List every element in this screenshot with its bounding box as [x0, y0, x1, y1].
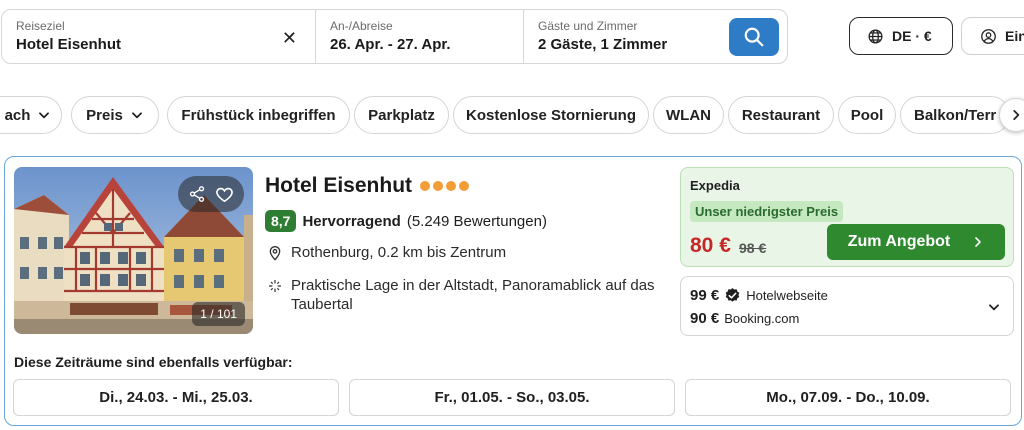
view-deal-label: Zum Angebot	[847, 233, 951, 250]
guests-field[interactable]: Gäste und Zimmer 2 Gäste, 1 Zimmer	[523, 10, 787, 63]
photo-actions	[178, 176, 244, 212]
best-deal-box[interactable]: Expedia Unser niedrigster Preis 80 € 98 …	[680, 167, 1014, 267]
deal-provider: Expedia	[690, 178, 740, 193]
hotel-card[interactable]: 1 / 101 Hotel Eisenhut 8,7 Hervorragend …	[4, 156, 1022, 426]
star-icon	[420, 181, 431, 191]
rating-count: (5.249 Bewertungen)	[406, 212, 547, 230]
chevron-down-icon	[989, 304, 999, 311]
photo-counter: 1 / 101	[192, 302, 245, 326]
star-icon	[433, 181, 444, 191]
chevron-down-icon	[39, 112, 50, 119]
other-offer-name: Booking.com	[724, 311, 800, 326]
filter-chip-free-cancellation[interactable]: Kostenlose Stornierung	[453, 96, 649, 134]
chevron-down-icon	[131, 112, 142, 119]
other-offer-name: Hotelwebseite	[746, 288, 828, 303]
alternative-dates-title: Diese Zeiträume sind ebenfalls verfügbar…	[14, 354, 293, 370]
location-row: Rothenburg, 0.2 km bis Zentrum	[267, 244, 506, 261]
rating-word: Hervorragend	[302, 212, 401, 230]
filter-chip-price[interactable]: Preis	[71, 96, 159, 134]
other-offers-box[interactable]: 99 € Hotelwebseite 90 € Booking.com	[680, 276, 1014, 336]
lowest-price-badge: Unser niedrigster Preis	[690, 201, 844, 222]
other-offer-price: 90 €	[690, 310, 720, 327]
destination-field[interactable]: Reiseziel Hotel Eisenhut ✕	[2, 10, 315, 63]
filter-chip-wlan[interactable]: WLAN	[653, 96, 724, 134]
location-pin-icon	[269, 245, 281, 261]
filter-chip-label: Kostenlose Stornierung	[465, 106, 637, 124]
chevron-right-icon	[1013, 110, 1020, 120]
star-rating	[420, 181, 470, 191]
hotel-name-row: Hotel Eisenhut	[265, 174, 470, 198]
filter-chip-breakfast[interactable]: Frühstück inbegriffen	[167, 96, 350, 134]
filter-chip-parking[interactable]: Parkplatz	[354, 96, 449, 134]
user-icon	[981, 28, 996, 44]
alternative-date-button[interactable]: Fr., 01.05. - So., 03.05.	[349, 379, 675, 416]
hotel-name[interactable]: Hotel Eisenhut	[265, 174, 412, 198]
destination-value[interactable]: Hotel Eisenhut	[16, 36, 303, 53]
location-text: Rothenburg, 0.2 km bis Zentrum	[291, 244, 507, 261]
filter-chip-label: WLAN	[666, 106, 711, 124]
share-icon[interactable]	[188, 185, 206, 203]
chevron-right-icon	[975, 237, 982, 247]
filter-chip-label: Preis	[86, 106, 123, 124]
sparkle-icon	[269, 280, 281, 292]
dates-field[interactable]: An-/Abreise 26. Apr. - 27. Apr.	[315, 10, 523, 63]
filter-chip-label: Pool	[850, 106, 884, 124]
rating-row[interactable]: 8,7 Hervorragend (5.249 Bewertungen)	[265, 210, 547, 232]
heart-icon[interactable]	[215, 185, 234, 204]
other-offer-price: 99 €	[690, 287, 720, 304]
search-icon	[744, 27, 764, 47]
filter-chip-balcony[interactable]: Balkon/Terr	[900, 96, 1010, 134]
filter-chip-restaurant[interactable]: Restaurant	[728, 96, 834, 134]
star-icon	[459, 181, 470, 191]
feature-text: Praktische Lage in der Altstadt, Panoram…	[291, 277, 655, 313]
locale-label: DE · €	[892, 28, 932, 44]
clear-destination-button[interactable]: ✕	[282, 28, 297, 49]
filter-chip-label: ach	[4, 106, 31, 124]
feature-row: Praktische Lage in der Altstadt, Panoram…	[267, 276, 667, 314]
star-icon	[446, 181, 457, 191]
view-deal-button[interactable]: Zum Angebot	[827, 224, 1005, 260]
filter-chip-sort[interactable]: ach	[0, 96, 62, 134]
filter-chip-label: Parkplatz	[368, 106, 435, 124]
verified-badge-icon	[725, 288, 740, 302]
search-button[interactable]	[729, 18, 779, 56]
filter-chip-label: Frühstück inbegriffen	[181, 106, 336, 124]
filter-bar: ach Preis Frühstück inbegriffen Parkplat…	[0, 96, 1024, 134]
other-offer-row[interactable]: 99 € Hotelwebseite	[690, 287, 828, 304]
hotel-photo[interactable]: 1 / 101	[14, 167, 253, 334]
filter-chip-label: Balkon/Terr	[914, 106, 997, 124]
search-bar: Reiseziel Hotel Eisenhut ✕ An-/Abreise 2…	[1, 9, 788, 64]
alternative-date-button[interactable]: Mo., 07.09. - Do., 10.09.	[685, 379, 1011, 416]
globe-icon	[868, 28, 883, 44]
filter-chip-pool[interactable]: Pool	[838, 96, 896, 134]
locale-button[interactable]: DE · €	[849, 17, 953, 55]
other-offer-row[interactable]: 90 € Booking.com	[690, 310, 799, 327]
login-label: Ein	[1005, 28, 1024, 44]
rating-score-badge: 8,7	[265, 210, 297, 232]
dates-label: An-/Abreise	[330, 19, 393, 33]
deal-old-price: 98 €	[739, 240, 767, 256]
dates-value[interactable]: 26. Apr. - 27. Apr.	[330, 36, 511, 53]
alternative-date-button[interactable]: Di., 24.03. - Mi., 25.03.	[13, 379, 339, 416]
destination-label: Reiseziel	[16, 19, 65, 33]
login-button[interactable]: Ein	[961, 17, 1024, 55]
filter-chip-label: Restaurant	[741, 106, 821, 124]
deal-price: 80 €	[690, 234, 731, 257]
